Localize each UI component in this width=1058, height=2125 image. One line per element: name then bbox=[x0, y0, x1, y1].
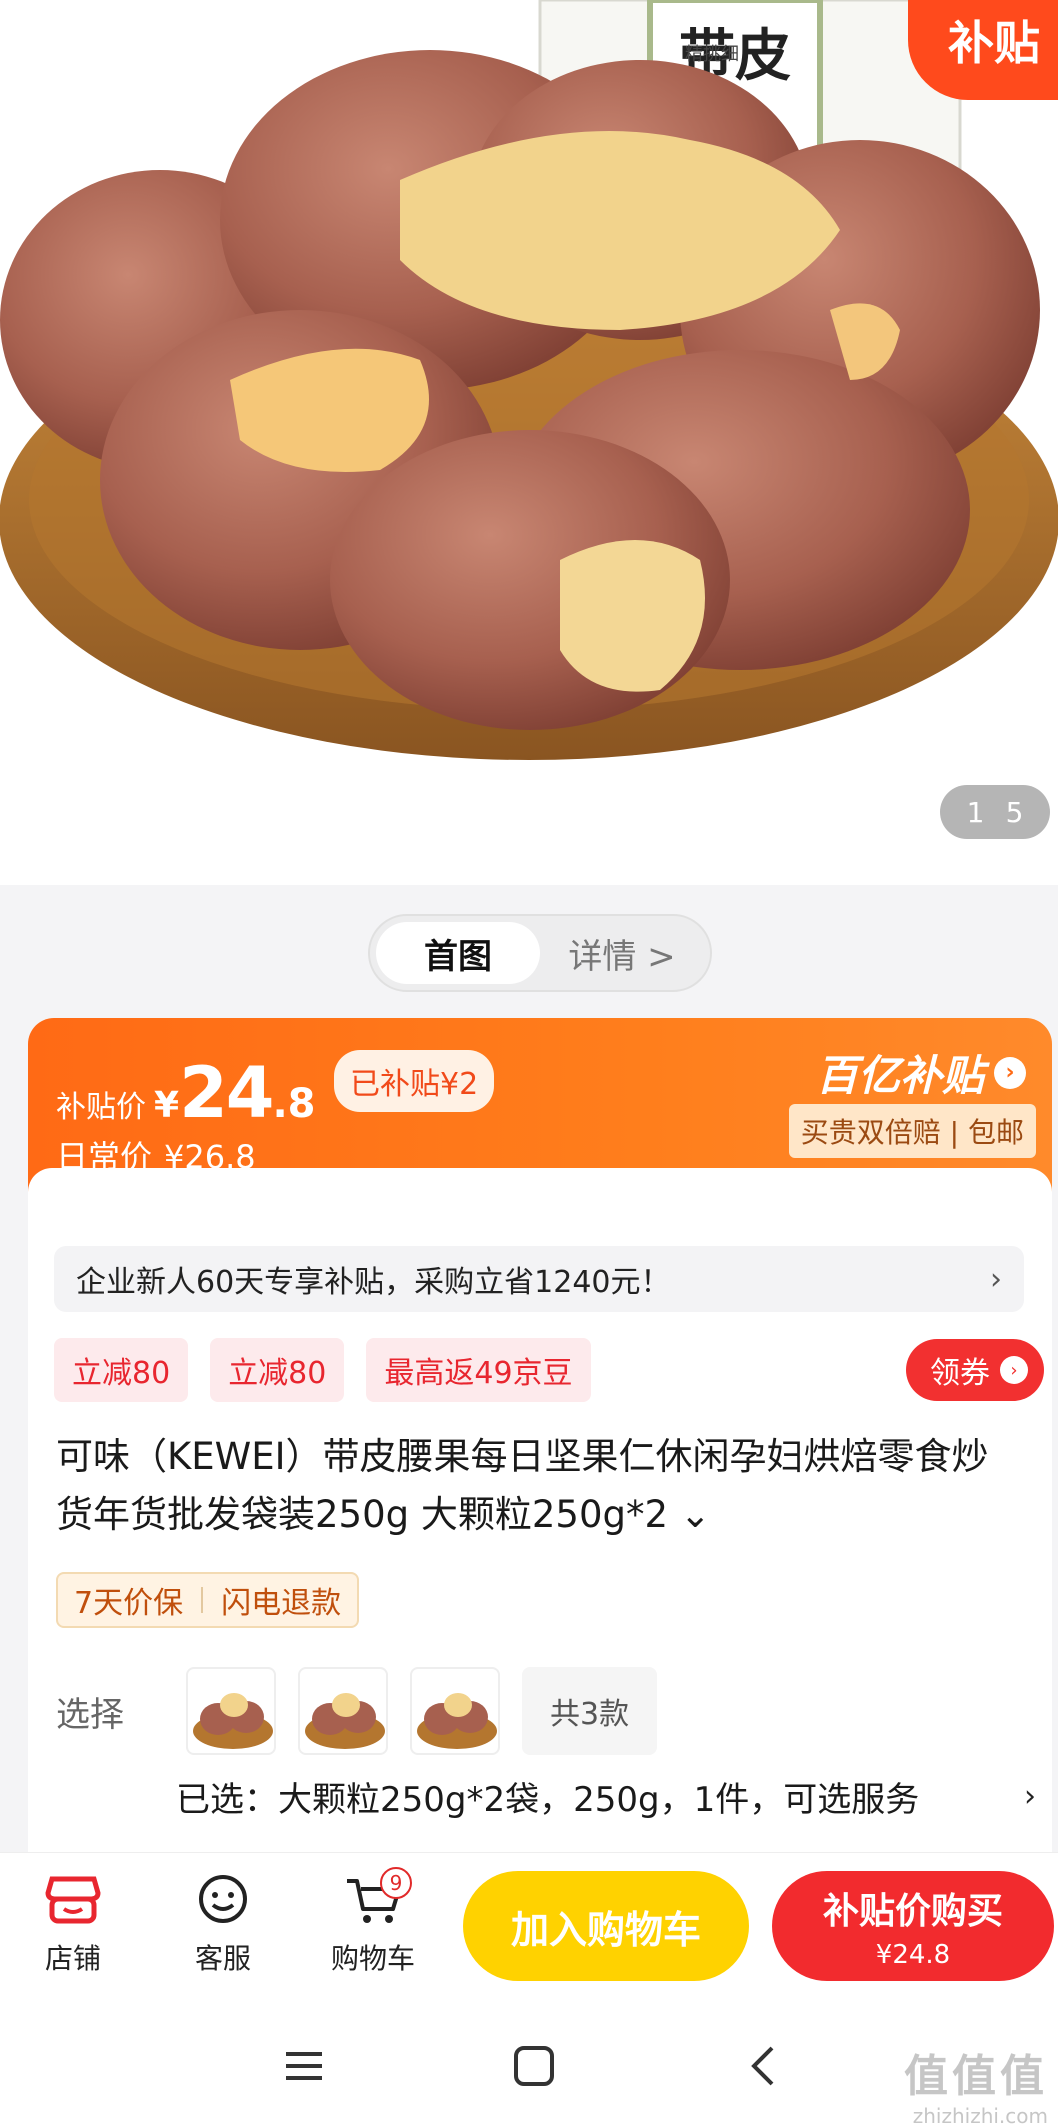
brand-subsidy-logo[interactable]: 百亿补贴 › bbox=[816, 1042, 1026, 1103]
expand-title-icon[interactable]: ⌄ bbox=[680, 1493, 711, 1536]
divider bbox=[201, 1587, 204, 1613]
tab-main-image[interactable]: 首图 bbox=[376, 922, 540, 984]
add-to-cart-button[interactable]: 加入购物车 bbox=[463, 1871, 749, 1981]
back-icon[interactable] bbox=[734, 2036, 794, 2096]
product-hero-image[interactable]: 带皮 精挑细 补贴 1 5 bbox=[0, 0, 1058, 885]
watermark-url: zhizhizhi.com bbox=[912, 2104, 1048, 2125]
promo-text: 企业新人60天专享补贴，采购立省1240元！ bbox=[76, 1265, 671, 1300]
service-chips[interactable]: 7天价保 闪电退款 bbox=[56, 1572, 360, 1628]
chevron-right-icon: › bbox=[1024, 1779, 1036, 1814]
buy-now-price: ¥24.8 bbox=[875, 1940, 951, 1970]
price-decimal: .8 bbox=[272, 1081, 316, 1127]
get-coupon-button[interactable]: 领券 › bbox=[906, 1339, 1044, 1401]
cashew-photo: 带皮 精挑细 bbox=[0, 0, 1058, 760]
store-button[interactable]: 店铺 bbox=[18, 1873, 128, 1977]
subsidy-corner-badge: 补贴 bbox=[908, 0, 1058, 100]
image-counter: 1 5 bbox=[940, 785, 1050, 839]
product-info: 企业新人60天专享补贴，采购立省1240元！ › 立减80 立减80 最高返49… bbox=[28, 1168, 1052, 1878]
package-small-label: 精挑细 bbox=[685, 44, 739, 65]
buy-now-button[interactable]: 补贴价购买 ¥24.8 bbox=[772, 1871, 1054, 1981]
customer-service-button[interactable]: 客服 bbox=[168, 1873, 278, 1977]
coupon-chip[interactable]: 立减80 bbox=[54, 1338, 189, 1402]
tab-details[interactable]: 详情 > bbox=[540, 922, 704, 984]
price-integer: 24 bbox=[179, 1052, 274, 1134]
product-title[interactable]: 可味（KEWEI）带皮腰果每日坚果仁休闲孕妇烘焙零食炒货年货批发袋装250g 大… bbox=[56, 1428, 1016, 1544]
selected-variant-text: 已选：大颗粒250g*2袋，250g，1件，可选服务 bbox=[176, 1780, 920, 1820]
price-currency: ¥ bbox=[154, 1085, 180, 1126]
store-icon bbox=[45, 1876, 101, 1924]
store-label: 店铺 bbox=[44, 1942, 101, 1975]
cart-count-badge: 9 bbox=[380, 1867, 412, 1899]
subsidy-price: 补贴价 ¥ 24 .8 bbox=[56, 1052, 316, 1134]
product-page: 带皮 精挑细 补贴 1 5 首图 详情 > 补贴价 ¥ 24 .8 已补贴¥2 … bbox=[0, 0, 1058, 2125]
product-title-text: 可味（KEWEI）带皮腰果每日坚果仁休闲孕妇烘焙零食炒货年货批发袋装250g 大… bbox=[56, 1435, 989, 1536]
subsidy-chip: 已补贴¥2 bbox=[334, 1050, 495, 1112]
price-card: 补贴价 ¥ 24 .8 已补贴¥2 日常价 ¥26.8 百亿补贴 › 买贵双倍赔 … bbox=[28, 1018, 1052, 1878]
chevron-right-icon: › bbox=[1000, 1356, 1028, 1384]
brand-text: 百亿补贴 bbox=[815, 1051, 984, 1100]
chevron-right-icon: › bbox=[994, 1056, 1026, 1089]
buy-now-label: 补贴价购买 bbox=[822, 1891, 1003, 1932]
image-counter-current: 1 bbox=[966, 795, 985, 829]
chevron-right-icon: › bbox=[990, 1261, 1002, 1297]
home-icon[interactable] bbox=[504, 2036, 564, 2096]
system-navigation-bar bbox=[0, 2002, 1058, 2125]
variant-count[interactable]: 共3款 bbox=[522, 1667, 658, 1755]
chat-icon bbox=[199, 1875, 247, 1923]
image-counter-total: 5 bbox=[1005, 795, 1024, 829]
watermark: 值值值 zhizhizhi.com bbox=[904, 2040, 1048, 2125]
coupon-chip[interactable]: 立减80 bbox=[210, 1338, 345, 1402]
cart-button[interactable]: 9 购物车 bbox=[318, 1867, 428, 1977]
image-tab-switch: 首图 详情 > bbox=[368, 914, 712, 992]
variant-thumbnail[interactable] bbox=[410, 1667, 500, 1755]
customer-service-label: 客服 bbox=[194, 1942, 251, 1975]
enterprise-promo-bar[interactable]: 企业新人60天专享补贴，采购立省1240元！ › bbox=[54, 1246, 1024, 1312]
selected-variant[interactable]: 已选：大颗粒250g*2袋，250g，1件，可选服务 › bbox=[176, 1772, 1036, 1821]
fast-refund-chip: 闪电退款 bbox=[221, 1586, 342, 1621]
variant-thumbnail[interactable] bbox=[298, 1667, 388, 1755]
coupon-chip[interactable]: 最高返49京豆 bbox=[366, 1338, 591, 1402]
price-protect-chip: 7天价保 bbox=[74, 1586, 184, 1621]
coupon-row: 立减80 立减80 最高返49京豆 领券 › bbox=[54, 1338, 1044, 1402]
subsidy-price-label: 补贴价 bbox=[56, 1090, 146, 1125]
variant-thumbnail[interactable] bbox=[186, 1667, 276, 1755]
watermark-logo: 值值值 bbox=[904, 2051, 1048, 2102]
select-label: 选择 bbox=[56, 1694, 124, 1735]
brand-guarantee: 买贵双倍赔 | 包邮 bbox=[788, 1104, 1036, 1158]
recent-apps-icon[interactable] bbox=[274, 2036, 334, 2096]
get-coupon-label: 领券 bbox=[930, 1356, 990, 1391]
variant-selector[interactable]: 选择 共3款 bbox=[56, 1666, 1046, 1756]
bottom-action-bar: 店铺 客服 9 购物车 加入购物车 补贴价购买 ¥24.8 bbox=[0, 1852, 1058, 2002]
cart-label: 购物车 bbox=[330, 1942, 415, 1975]
